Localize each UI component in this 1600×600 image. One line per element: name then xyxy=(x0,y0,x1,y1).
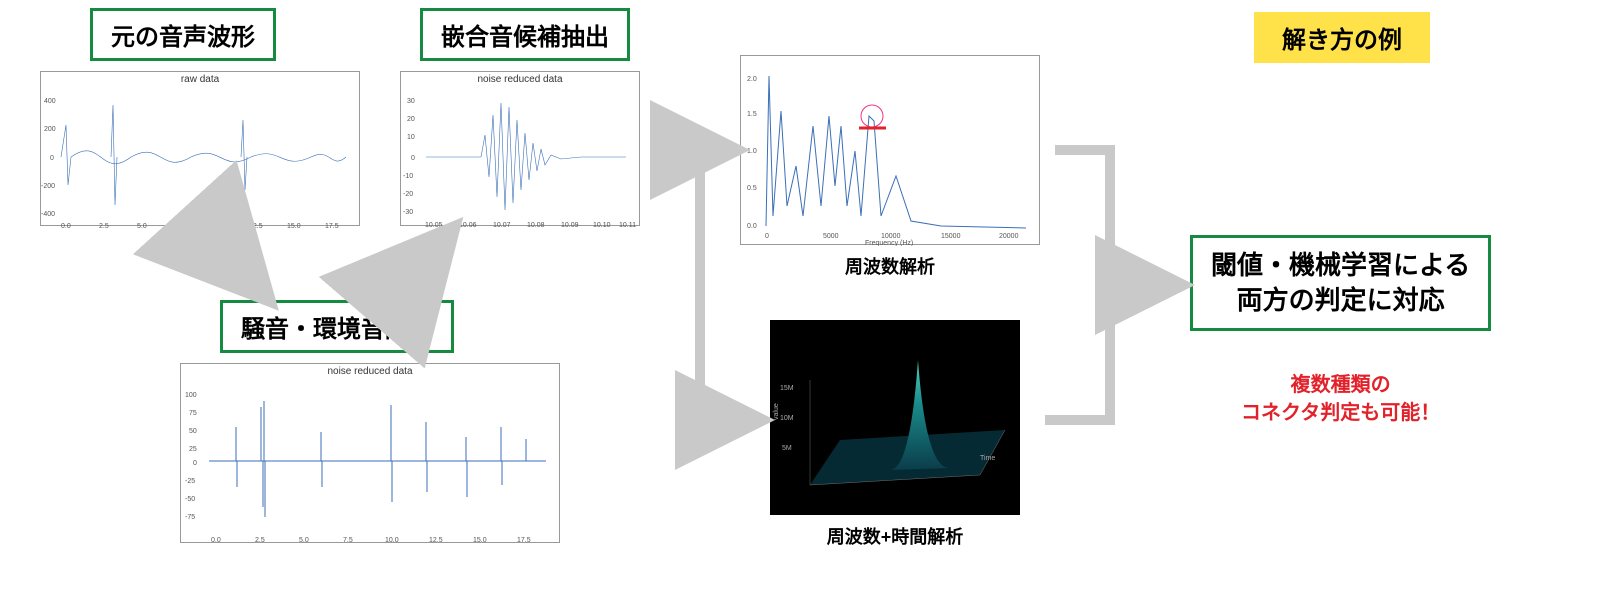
svg-text:100: 100 xyxy=(185,392,197,399)
svg-text:12.5: 12.5 xyxy=(249,223,263,230)
svg-text:0.5: 0.5 xyxy=(747,185,757,192)
svg-text:-200: -200 xyxy=(41,183,55,190)
denoise-chart: noise reduced data 100 75 50 25 0 -25 -50 -75… xyxy=(180,363,560,543)
result-label: 閾値・機械学習による 両方の判定に対応 xyxy=(1190,235,1491,331)
stage-result: 閾値・機械学習による 両方の判定に対応 複数種類の コネクタ判定も可能！ xyxy=(1190,235,1491,427)
arrow-raw-to-denoise xyxy=(210,235,260,290)
result-note: 複数種類の コネクタ判定も可能！ xyxy=(1190,371,1491,427)
svg-text:15.0: 15.0 xyxy=(287,223,301,230)
svg-text:value: value xyxy=(773,403,780,420)
svg-text:12.5: 12.5 xyxy=(429,537,443,544)
svg-text:30: 30 xyxy=(407,98,415,105)
svg-text:75: 75 xyxy=(189,410,197,417)
raw-waveform-svg: 400 200 0 -200 -400 0.0 2.5 5.0 7.5 10.0 12.5 1… xyxy=(41,85,361,230)
svg-text:-25: -25 xyxy=(185,478,195,485)
svg-text:50: 50 xyxy=(189,428,197,435)
svg-text:5.0: 5.0 xyxy=(299,537,309,544)
spec-svg: 15M 10M 5M value Time xyxy=(770,320,1020,515)
result-line2: 両方の判定に対応 xyxy=(1237,285,1445,315)
svg-text:10.09: 10.09 xyxy=(561,222,579,229)
stage-spec: 15M 10M 5M value Time 周波数+時間解析 xyxy=(770,320,1020,549)
freq-caption: 周波数解析 xyxy=(740,253,1040,279)
note-line2: コネクタ判定も可能！ xyxy=(1241,402,1440,424)
svg-text:10M: 10M xyxy=(780,415,794,422)
svg-text:-10: -10 xyxy=(403,173,413,180)
example-tag: 解き方の例 xyxy=(1254,12,1430,63)
extract-label: 嵌合音候補抽出 xyxy=(420,8,630,61)
svg-text:20: 20 xyxy=(407,116,415,123)
svg-text:Time: Time xyxy=(980,455,995,462)
svg-text:200: 200 xyxy=(44,126,56,133)
svg-text:10.0: 10.0 xyxy=(385,537,399,544)
example-tag-text: 解き方の例 xyxy=(1282,27,1402,54)
denoise-waveform-svg: 100 75 50 25 0 -25 -50 -75 0.0 2.5 5.0 7.5 10.0 1… xyxy=(181,377,561,545)
svg-text:0: 0 xyxy=(50,155,54,162)
svg-text:15.0: 15.0 xyxy=(473,537,487,544)
raw-label: 元の音声波形 xyxy=(90,8,276,61)
denoise-chart-title: noise reduced data xyxy=(181,364,559,377)
svg-text:10000: 10000 xyxy=(881,233,901,240)
svg-text:10.11: 10.11 xyxy=(619,222,636,229)
svg-text:15000: 15000 xyxy=(941,233,961,240)
freq-svg: 2.0 1.5 1.0 0.5 0.0 0 5000 10000 15000 20000 F… xyxy=(741,56,1041,246)
svg-text:17.5: 17.5 xyxy=(517,537,531,544)
svg-text:1.5: 1.5 xyxy=(747,111,757,118)
svg-text:7.5: 7.5 xyxy=(343,537,353,544)
svg-text:0.0: 0.0 xyxy=(747,223,757,230)
svg-text:10.05: 10.05 xyxy=(425,222,443,229)
stage-freq: 2.0 1.5 1.0 0.5 0.0 0 5000 10000 15000 20000 F… xyxy=(740,55,1040,279)
extract-chart: noise reduced data 30 20 10 0 -10 -20 -30 10.… xyxy=(400,71,640,226)
arrow-denoise-to-extract xyxy=(400,238,445,290)
svg-text:10.06: 10.06 xyxy=(459,222,477,229)
svg-text:2.5: 2.5 xyxy=(255,537,265,544)
stage-denoise: 騒音・環境音除去 noise reduced data 100 75 50 25 0 -… xyxy=(180,300,560,543)
svg-text:0: 0 xyxy=(411,155,415,162)
svg-text:10.07: 10.07 xyxy=(493,222,511,229)
svg-text:5M: 5M xyxy=(782,445,792,452)
svg-text:10.0: 10.0 xyxy=(211,223,225,230)
svg-text:15M: 15M xyxy=(780,385,794,392)
svg-text:10: 10 xyxy=(407,134,415,141)
svg-text:-75: -75 xyxy=(185,514,195,521)
svg-text:10.08: 10.08 xyxy=(527,222,545,229)
svg-text:1.0: 1.0 xyxy=(747,148,757,155)
denoise-label-text: 騒音・環境音除去 xyxy=(241,316,433,343)
svg-text:400: 400 xyxy=(44,98,56,105)
raw-chart-title: raw data xyxy=(41,72,359,85)
result-line1: 閾値・機械学習による xyxy=(1211,250,1470,280)
raw-chart: raw data 4002000 -200-400 0.02.55.0 7.51… xyxy=(40,71,360,226)
svg-text:-20: -20 xyxy=(403,191,413,198)
extract-chart-title: noise reduced data xyxy=(401,72,639,85)
stage-raw: 元の音声波形 raw data 4002000 -200-400 0.02.55… xyxy=(40,8,360,226)
svg-text:0.0: 0.0 xyxy=(211,537,221,544)
note-line1: 複数種類の xyxy=(1291,374,1391,396)
freq-xlabel: Frequency (Hz) xyxy=(865,240,913,246)
svg-text:5000: 5000 xyxy=(823,233,839,240)
svg-text:10.10: 10.10 xyxy=(593,222,611,229)
stage-extract: 嵌合音候補抽出 noise reduced data 30 20 10 0 -10 -2… xyxy=(400,8,640,226)
svg-text:0.0: 0.0 xyxy=(61,223,71,230)
svg-text:0: 0 xyxy=(765,233,769,240)
svg-text:5.0: 5.0 xyxy=(137,223,147,230)
svg-text:-50: -50 xyxy=(185,496,195,503)
raw-label-text: 元の音声波形 xyxy=(111,24,255,51)
extract-label-text: 嵌合音候補抽出 xyxy=(441,24,609,51)
svg-text:20000: 20000 xyxy=(999,233,1019,240)
spec-chart: 15M 10M 5M value Time xyxy=(770,320,1020,515)
freq-chart: 2.0 1.5 1.0 0.5 0.0 0 5000 10000 15000 20000 F… xyxy=(740,55,1040,245)
svg-text:2.5: 2.5 xyxy=(99,223,109,230)
svg-text:25: 25 xyxy=(189,446,197,453)
denoise-label: 騒音・環境音除去 xyxy=(220,300,454,353)
svg-text:0: 0 xyxy=(193,460,197,467)
arrow-merge-to-result xyxy=(1045,150,1175,420)
svg-text:2.0: 2.0 xyxy=(747,76,757,83)
svg-text:-400: -400 xyxy=(41,211,55,218)
freq-annotation-circle xyxy=(861,105,883,127)
svg-text:7.5: 7.5 xyxy=(175,223,185,230)
svg-text:-30: -30 xyxy=(403,209,413,216)
extract-waveform-svg: 30 20 10 0 -10 -20 -30 10.05 10.06 10.07 10.08 1… xyxy=(401,85,641,230)
spec-caption: 周波数+時間解析 xyxy=(770,523,1020,549)
svg-text:17.5: 17.5 xyxy=(325,223,339,230)
